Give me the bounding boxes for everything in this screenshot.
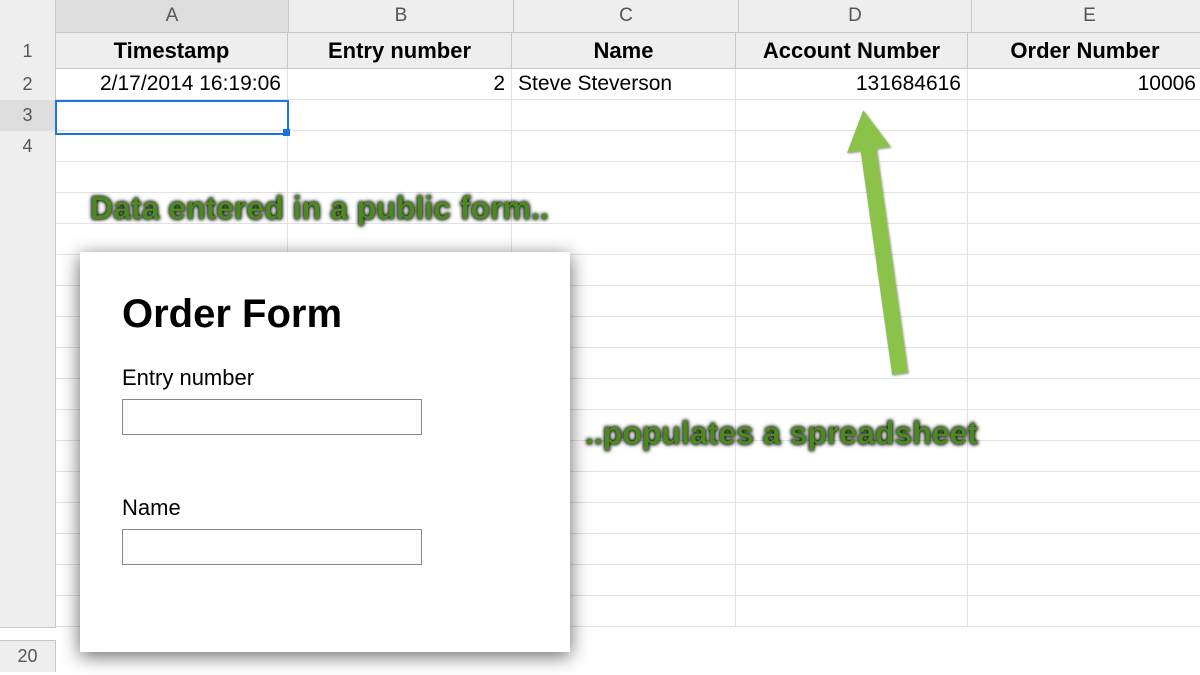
cell-blank[interactable] (968, 255, 1200, 286)
cell-A2[interactable]: 2/17/2014 16:19:06 (56, 69, 288, 100)
cell-E3[interactable] (968, 100, 1200, 131)
cell-blank[interactable] (968, 596, 1200, 627)
cell-blank[interactable] (56, 162, 288, 193)
select-all-corner[interactable] (0, 0, 56, 34)
arrow-up-icon (838, 110, 918, 380)
col-header-E[interactable]: E (972, 0, 1200, 33)
label-entry-number: Entry number (122, 365, 532, 391)
cell-blank[interactable] (968, 503, 1200, 534)
cell-A3[interactable] (56, 100, 288, 131)
cell-C4[interactable] (512, 131, 736, 162)
cell-blank[interactable] (968, 534, 1200, 565)
row-header-blank[interactable] (0, 193, 56, 225)
col-header-C[interactable]: C (514, 0, 739, 33)
form-card: Order Form Entry number Name (80, 252, 570, 652)
cell-blank[interactable] (968, 348, 1200, 379)
cell-blank[interactable] (968, 317, 1200, 348)
cell-C3[interactable] (512, 100, 736, 131)
annotation-bottom: ..populates a spreadsheet (585, 415, 978, 452)
cell-blank[interactable] (512, 224, 736, 255)
row-header-blank[interactable] (0, 596, 56, 628)
cell-blank[interactable] (288, 224, 512, 255)
input-entry-number[interactable] (122, 399, 422, 435)
header-order-number[interactable]: Order Number (968, 33, 1200, 69)
row-header-blank[interactable] (0, 565, 56, 597)
cell-A4[interactable] (56, 131, 288, 162)
col-header-D[interactable]: D (739, 0, 972, 33)
row-header-blank[interactable] (0, 224, 56, 256)
cell-blank[interactable] (736, 472, 968, 503)
row-header-blank[interactable] (0, 255, 56, 287)
cell-blank[interactable] (968, 441, 1200, 472)
cell-E4[interactable] (968, 131, 1200, 162)
header-timestamp[interactable]: Timestamp (56, 33, 288, 69)
row-header-1[interactable]: 1 (0, 33, 56, 70)
cell-blank[interactable] (56, 224, 288, 255)
header-account-number[interactable]: Account Number (736, 33, 968, 69)
cell-blank[interactable] (736, 596, 968, 627)
cell-blank[interactable] (968, 379, 1200, 410)
form-title: Order Form (122, 292, 532, 337)
row-header-blank[interactable] (0, 317, 56, 349)
row-header-2[interactable]: 2 (0, 69, 56, 101)
cell-C2[interactable]: Steve Steverson (512, 69, 736, 100)
cell-blank[interactable] (968, 162, 1200, 193)
row-header-blank[interactable] (0, 441, 56, 473)
header-entry-number[interactable]: Entry number (288, 33, 512, 69)
row-header-blank[interactable] (0, 472, 56, 504)
cell-blank[interactable] (288, 162, 512, 193)
col-header-B[interactable]: B (289, 0, 514, 33)
row-header-blank[interactable] (0, 503, 56, 535)
cell-blank[interactable] (736, 503, 968, 534)
cell-B3[interactable] (288, 100, 512, 131)
cell-blank[interactable] (736, 534, 968, 565)
label-name: Name (122, 495, 532, 521)
cell-B2[interactable]: 2 (288, 69, 512, 100)
cell-blank[interactable] (968, 286, 1200, 317)
annotation-top: Data entered in a public form.. (90, 190, 549, 227)
cell-blank[interactable] (512, 162, 736, 193)
row-header-blank[interactable] (0, 410, 56, 442)
form-field-name: Name (122, 495, 532, 565)
cell-B4[interactable] (288, 131, 512, 162)
cell-blank[interactable] (968, 224, 1200, 255)
cell-E2[interactable]: 10006 (968, 69, 1200, 100)
cell-blank[interactable] (968, 193, 1200, 224)
row-header-4[interactable]: 4 (0, 131, 56, 163)
row-header-blank[interactable] (0, 162, 56, 194)
cell-blank[interactable] (736, 565, 968, 596)
form-field-entry-number: Entry number (122, 365, 532, 435)
cell-D2[interactable]: 131684616 (736, 69, 968, 100)
row-header-blank[interactable] (0, 379, 56, 411)
input-name[interactable] (122, 529, 422, 565)
row-header-20[interactable]: 20 (0, 640, 56, 672)
cell-blank[interactable] (968, 410, 1200, 441)
cell-blank[interactable] (736, 379, 968, 410)
row-header-blank[interactable] (0, 534, 56, 566)
cell-blank[interactable] (968, 565, 1200, 596)
cell-blank[interactable] (968, 472, 1200, 503)
header-name[interactable]: Name (512, 33, 736, 69)
row-header-blank[interactable] (0, 286, 56, 318)
viewport: A B C D E 1 Timestamp Entry number Name … (0, 0, 1200, 675)
row-header-blank[interactable] (0, 348, 56, 380)
row-header-3[interactable]: 3 (0, 100, 56, 132)
col-header-A[interactable]: A (56, 0, 289, 33)
